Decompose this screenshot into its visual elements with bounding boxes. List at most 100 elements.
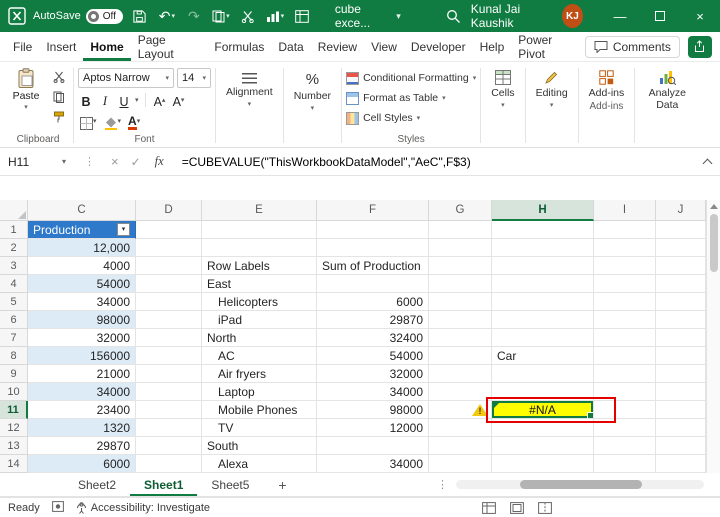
font-size-select[interactable]: 14 ▾ (177, 68, 211, 88)
cut-button[interactable] (49, 68, 69, 86)
accessibility-status[interactable]: Accessibility: Investigate (76, 502, 210, 514)
cell[interactable] (492, 437, 594, 455)
row-header[interactable]: 13 (0, 437, 28, 455)
cell[interactable] (594, 239, 656, 257)
tab-developer[interactable]: Developer (404, 32, 473, 61)
enter-icon[interactable]: ✓ (125, 155, 147, 169)
cell[interactable]: 4000 (28, 257, 136, 275)
cell[interactable]: Helicopters (202, 293, 317, 311)
cell-sum-of-production[interactable]: Sum of Production (317, 257, 429, 275)
format-painter-button[interactable] (49, 108, 69, 126)
tab-review[interactable]: Review (311, 32, 364, 61)
cell[interactable] (136, 221, 202, 239)
cell[interactable] (429, 437, 492, 455)
cell[interactable] (136, 437, 202, 455)
cell[interactable] (656, 383, 706, 401)
row-header[interactable]: 1 (0, 221, 28, 239)
qat-chart-button[interactable]: ▾ (265, 4, 285, 28)
comments-button[interactable]: Comments (584, 35, 680, 58)
cell[interactable] (136, 383, 202, 401)
cell[interactable] (136, 275, 202, 293)
cell-row-labels[interactable]: Row Labels (202, 257, 317, 275)
macro-record-button[interactable] (51, 500, 64, 515)
sheet-tab-sheet5[interactable]: Sheet5 (197, 473, 263, 496)
cell[interactable]: 156000 (28, 347, 136, 365)
cell[interactable] (317, 275, 429, 293)
cell[interactable] (656, 239, 706, 257)
cell[interactable] (492, 293, 594, 311)
increase-font-button[interactable]: A ▴ (152, 91, 168, 109)
cell[interactable]: 34000 (317, 455, 429, 473)
cell[interactable]: Mobile Phones (202, 401, 317, 419)
font-color-button[interactable]: A ▾ (126, 112, 142, 130)
row-header[interactable]: 10 (0, 383, 28, 401)
tab-view[interactable]: View (364, 32, 404, 61)
borders-button[interactable]: ▾ (78, 112, 99, 130)
cell[interactable] (136, 311, 202, 329)
filter-dropdown-button[interactable]: ▾ (117, 223, 130, 236)
cell[interactable] (656, 257, 706, 275)
row-header[interactable]: 14 (0, 455, 28, 473)
cell[interactable]: 32000 (317, 365, 429, 383)
cell[interactable]: 21000 (28, 365, 136, 383)
qat-copy-button[interactable]: ▾ (211, 4, 231, 28)
cell[interactable] (594, 383, 656, 401)
cell[interactable] (202, 221, 317, 239)
share-button[interactable] (687, 35, 712, 58)
tab-insert[interactable]: Insert (39, 32, 83, 61)
editing-button[interactable]: Editing ▾ (530, 66, 574, 109)
close-button[interactable]: × (680, 0, 720, 32)
tab-page-layout[interactable]: Page Layout (131, 32, 208, 61)
cell[interactable]: 32000 (28, 329, 136, 347)
insert-function-icon[interactable]: fx (147, 154, 172, 169)
cell[interactable] (656, 221, 706, 239)
cell[interactable] (492, 329, 594, 347)
cell[interactable]: iPad (202, 311, 317, 329)
column-header-d[interactable]: D (136, 200, 202, 221)
cell[interactable] (594, 221, 656, 239)
save-button[interactable] (130, 4, 150, 28)
sheet-tab-sheet1-active[interactable]: Sheet1 (130, 473, 197, 496)
cell[interactable] (317, 437, 429, 455)
cell[interactable] (136, 347, 202, 365)
cell[interactable] (656, 365, 706, 383)
cell[interactable] (492, 257, 594, 275)
cell[interactable]: South (202, 437, 317, 455)
cell[interactable] (136, 257, 202, 275)
autosave-toggle[interactable]: AutoSave Off (33, 8, 123, 24)
add-sheet-button[interactable]: + (273, 476, 291, 494)
cell[interactable] (594, 293, 656, 311)
cell[interactable] (594, 257, 656, 275)
column-header-g[interactable]: G (429, 200, 492, 221)
cell[interactable] (429, 365, 492, 383)
qat-table-button[interactable] (292, 4, 312, 28)
analyze-data-button[interactable]: Analyze Data (639, 66, 695, 111)
scroll-up-icon[interactable] (709, 204, 718, 209)
cell[interactable] (136, 419, 202, 437)
cell[interactable] (136, 329, 202, 347)
cell[interactable] (492, 275, 594, 293)
cells-button[interactable]: Cells ▾ (485, 66, 520, 109)
cell[interactable]: 12000 (317, 419, 429, 437)
cell[interactable]: TV (202, 419, 317, 437)
horizontal-scrollbar[interactable] (456, 480, 704, 489)
cell[interactable] (656, 419, 706, 437)
cell[interactable]: 23400 (28, 401, 136, 419)
row-header[interactable]: 12 (0, 419, 28, 437)
row-header[interactable]: 3 (0, 257, 28, 275)
row-header[interactable]: 6 (0, 311, 28, 329)
font-name-select[interactable]: Aptos Narrow ▾ (78, 68, 174, 88)
column-header-j[interactable]: J (656, 200, 706, 221)
vertical-scrollbar[interactable] (706, 200, 720, 473)
cell[interactable] (429, 329, 492, 347)
row-header-11-selected[interactable]: 11 (0, 401, 28, 419)
cell[interactable]: 34000 (28, 383, 136, 401)
cell[interactable] (594, 329, 656, 347)
cell[interactable]: Alexa (202, 455, 317, 473)
cell[interactable] (429, 275, 492, 293)
cell[interactable]: 6000 (317, 293, 429, 311)
cell[interactable] (492, 383, 594, 401)
cell[interactable]: 29870 (317, 311, 429, 329)
cell[interactable]: Laptop (202, 383, 317, 401)
redo-button[interactable]: ↷ (184, 4, 204, 28)
